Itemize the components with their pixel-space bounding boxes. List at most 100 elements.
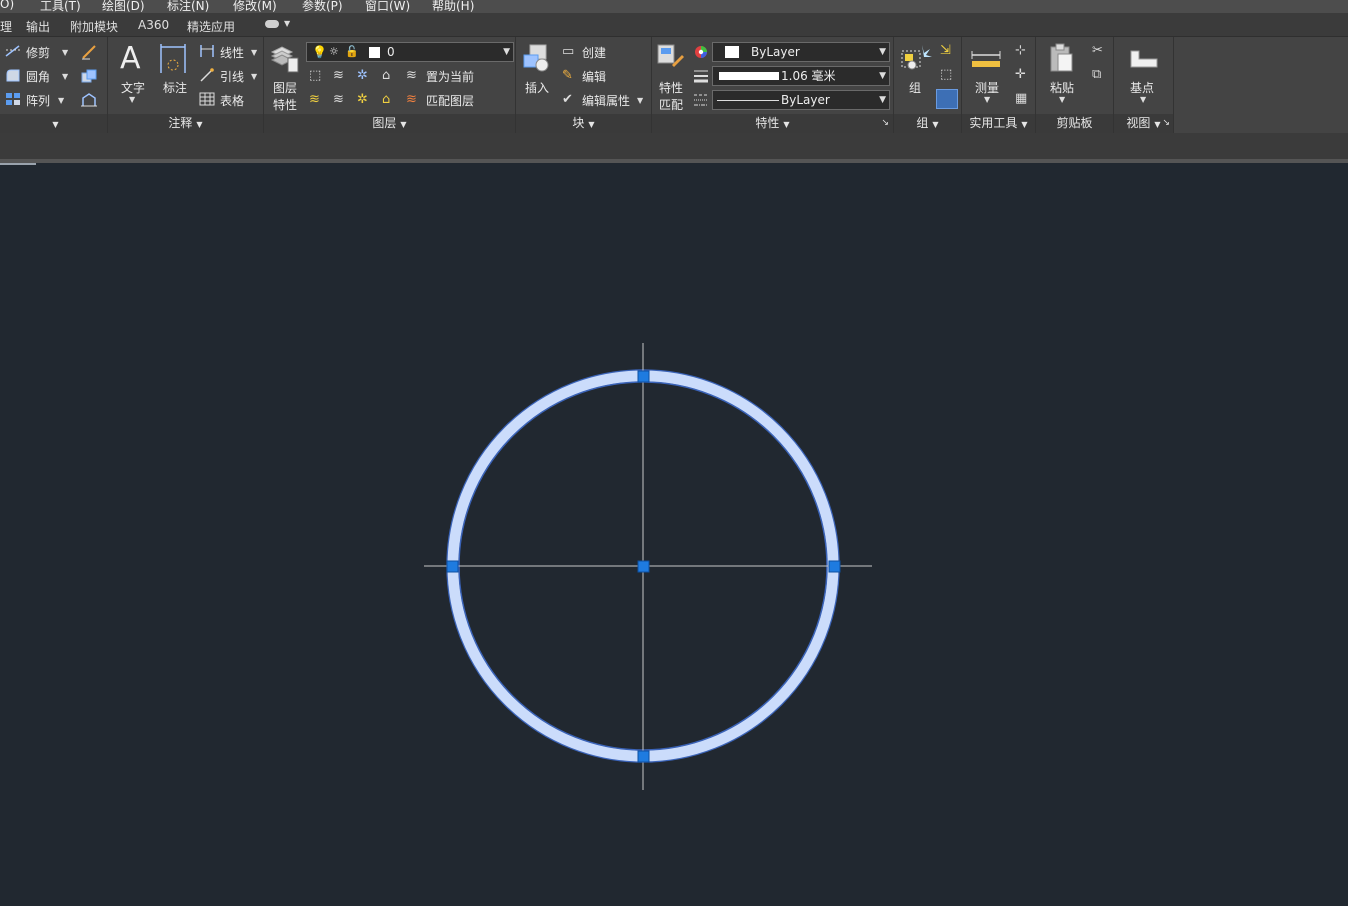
- stretch-icon[interactable]: [80, 92, 98, 108]
- layer-lock-icon[interactable]: ⌂: [382, 68, 390, 83]
- layer-properties-label-2: 特性: [273, 98, 298, 112]
- chevron-down-icon[interactable]: ▼: [58, 96, 64, 105]
- grip-quadrant-left[interactable]: [446, 560, 459, 573]
- layer-thaw-icon[interactable]: ✲: [357, 92, 368, 107]
- panel-block-title[interactable]: 块 ▼: [516, 114, 651, 133]
- chevron-down-icon[interactable]: ▼: [62, 48, 68, 57]
- chevron-down-icon[interactable]: ▼: [62, 72, 68, 81]
- grip-center[interactable]: [637, 560, 650, 573]
- chevron-down-icon[interactable]: ▼: [251, 48, 257, 57]
- match-properties-icon: [657, 44, 684, 67]
- linetype-dropdown[interactable]: ByLayer ▼: [712, 90, 890, 110]
- leader-button[interactable]: 引线: [220, 68, 244, 85]
- calculator-icon[interactable]: ▦: [1015, 91, 1027, 106]
- panel-clipboard: 粘贴 ▼ ✂ ⧉ 剪贴板: [1036, 37, 1114, 133]
- dimension-button[interactable]: 标注: [163, 79, 187, 96]
- lightbulb-icon[interactable]: 💡: [312, 43, 327, 61]
- lineweight-preview: [719, 72, 779, 80]
- layer-unisolate-icon[interactable]: ≋: [333, 92, 344, 107]
- layer-on-icon[interactable]: ≋: [309, 92, 320, 107]
- table-button[interactable]: 表格: [220, 92, 244, 109]
- id-point-icon[interactable]: ✛: [1015, 67, 1026, 82]
- fillet-button[interactable]: 圆角: [26, 68, 50, 85]
- edit-attributes-button[interactable]: 编辑属性: [582, 92, 630, 109]
- menu-parametric[interactable]: 参数(P): [302, 0, 343, 13]
- chevron-down-icon[interactable]: ▼: [129, 95, 135, 104]
- layer-unlock-icon[interactable]: ⌂: [382, 92, 390, 107]
- layer-isolate-icon[interactable]: ≋: [333, 68, 344, 83]
- chevron-down-icon[interactable]: ▼: [1059, 95, 1065, 104]
- chevron-down-icon[interactable]: ▼: [1140, 95, 1146, 104]
- layer-freeze-icon[interactable]: ✲: [357, 68, 368, 83]
- dialog-launcher-icon[interactable]: ↘: [1162, 114, 1170, 133]
- panel-modify-title[interactable]: ▼: [0, 114, 107, 133]
- menu-format[interactable]: O): [0, 0, 14, 11]
- drawing-canvas[interactable]: [0, 165, 1348, 906]
- match-layer-button[interactable]: 匹配图层: [426, 92, 474, 109]
- paste-button[interactable]: 粘贴: [1050, 79, 1074, 96]
- grip-quadrant-bottom[interactable]: [637, 750, 650, 763]
- dialog-launcher-icon[interactable]: ↘: [881, 114, 889, 133]
- menu-dimension[interactable]: 标注(N): [167, 0, 209, 13]
- layer-off-icon[interactable]: ⬚: [309, 68, 321, 83]
- layer-properties-button[interactable]: 图层: [273, 79, 297, 96]
- grip-quadrant-right[interactable]: [828, 560, 841, 573]
- base-point-button[interactable]: 基点: [1130, 79, 1154, 96]
- chevron-down-icon[interactable]: ▼: [637, 96, 643, 105]
- create-block-button[interactable]: 创建: [582, 44, 606, 61]
- dimension-icon: [160, 44, 186, 73]
- linear-button[interactable]: 线性: [220, 44, 244, 61]
- ribbon-toggle-icon[interactable]: [265, 20, 279, 28]
- menu-window[interactable]: 窗口(W): [365, 0, 410, 13]
- panel-annotation-title[interactable]: 注释 ▼: [108, 114, 263, 133]
- tab-a360[interactable]: A360: [138, 18, 169, 32]
- group-button[interactable]: 组: [909, 79, 921, 96]
- array-button[interactable]: 阵列: [26, 92, 50, 109]
- group-edit-icon[interactable]: ⬚: [940, 67, 952, 82]
- chevron-down-icon[interactable]: ▼: [284, 19, 290, 28]
- edit-attributes-icon: ✔: [562, 92, 573, 107]
- current-layer-value: 0: [387, 45, 395, 59]
- trim-button[interactable]: 修剪: [26, 44, 50, 61]
- quick-select-icon[interactable]: ⊹: [1015, 43, 1026, 58]
- edit-block-button[interactable]: 编辑: [582, 68, 606, 85]
- measure-button[interactable]: 测量: [975, 79, 999, 96]
- tab-manage[interactable]: 理: [0, 18, 12, 35]
- layer-dropdown[interactable]: 💡 ☼ 🔓 0 ▼: [306, 42, 514, 62]
- unlock-icon[interactable]: 🔓: [345, 43, 359, 61]
- copy-objects-icon[interactable]: [80, 68, 98, 84]
- tab-addins[interactable]: 附加模块: [70, 18, 118, 35]
- tab-featured-apps[interactable]: 精选应用: [187, 18, 235, 35]
- sun-icon[interactable]: ☼: [329, 43, 339, 61]
- layer-color-swatch[interactable]: [369, 47, 380, 58]
- erase-icon[interactable]: [80, 44, 98, 60]
- match-properties-button[interactable]: 特性: [659, 79, 683, 96]
- panel-layers-title[interactable]: 图层 ▼: [264, 114, 515, 133]
- menu-modify[interactable]: 修改(M): [233, 0, 277, 13]
- menu-tools[interactable]: 工具(T): [40, 0, 81, 13]
- chevron-down-icon: ▼: [52, 120, 59, 129]
- panel-clipboard-title-label: 剪贴板: [1056, 116, 1093, 130]
- group-selection-toggle-icon[interactable]: [936, 89, 958, 109]
- lineweight-dropdown[interactable]: 1.06 毫米 ▼: [712, 66, 890, 86]
- menu-draw[interactable]: 绘图(D): [102, 0, 145, 13]
- panel-clipboard-title[interactable]: 剪贴板: [1036, 114, 1113, 133]
- color-dropdown[interactable]: ByLayer ▼: [712, 42, 890, 62]
- panel-groups-title-label: 组: [916, 116, 929, 130]
- drawing-area[interactable]: [0, 165, 1348, 906]
- ungroup-icon[interactable]: ⇲: [940, 43, 951, 58]
- copy-clip-icon[interactable]: ⧉: [1092, 67, 1101, 82]
- panel-view-title[interactable]: 视图 ▼ ↘: [1114, 114, 1173, 133]
- menu-help[interactable]: 帮助(H): [432, 0, 474, 13]
- cut-icon[interactable]: ✂: [1092, 43, 1103, 58]
- chevron-down-icon[interactable]: ▼: [251, 72, 257, 81]
- set-current-button[interactable]: 置为当前: [426, 68, 474, 85]
- panel-utilities-title[interactable]: 实用工具 ▼: [962, 114, 1035, 133]
- panel-groups-title[interactable]: 组 ▼: [894, 114, 961, 133]
- panel-properties-title[interactable]: 特性 ▼ ↘: [652, 114, 893, 133]
- insert-button[interactable]: 插入: [525, 79, 549, 96]
- chevron-down-icon[interactable]: ▼: [984, 95, 990, 104]
- grip-quadrant-top[interactable]: [637, 370, 650, 383]
- tab-output[interactable]: 输出: [26, 18, 50, 35]
- text-button[interactable]: 文字: [121, 79, 145, 96]
